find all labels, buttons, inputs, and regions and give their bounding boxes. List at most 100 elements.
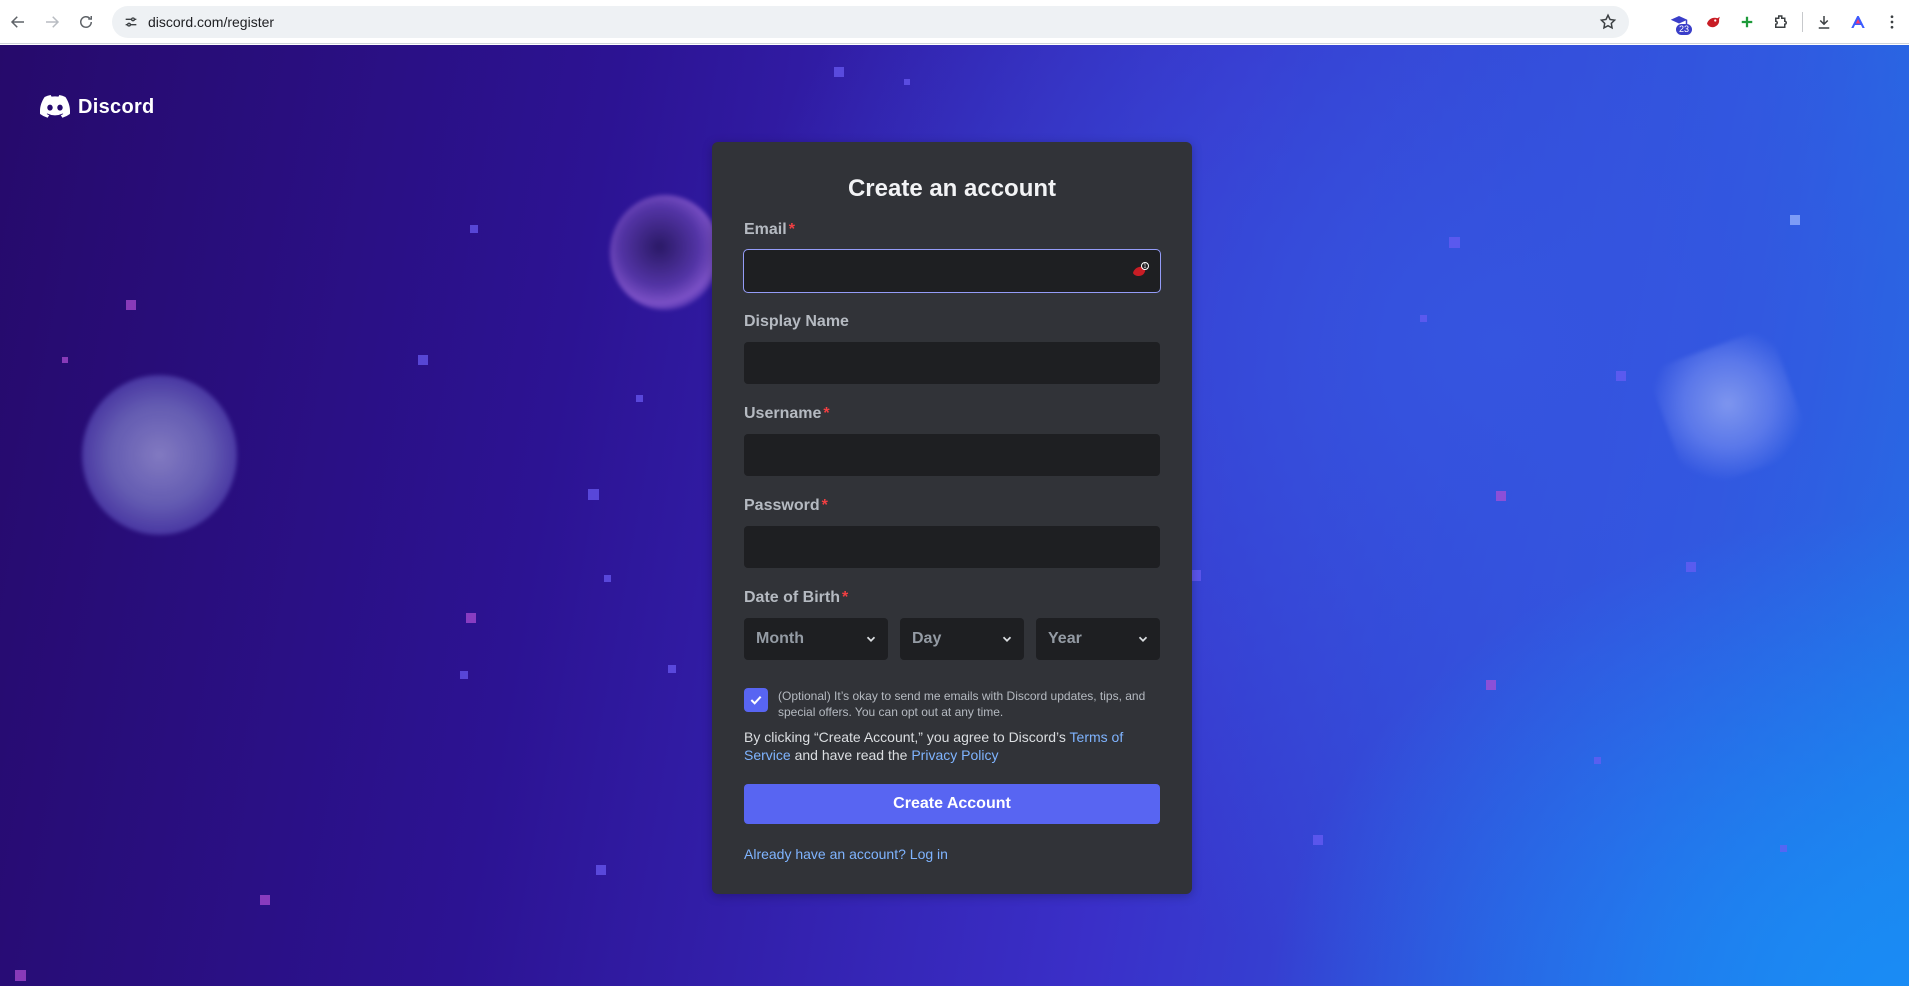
required-marker: * <box>842 589 849 606</box>
page-title: Create an account <box>847 175 1057 202</box>
required-marker: * <box>788 221 795 238</box>
chevron-down-icon <box>1138 636 1148 642</box>
checkmark-icon <box>750 695 762 705</box>
background-sparkle <box>466 613 476 623</box>
month-select-value: Month <box>756 630 804 647</box>
background-sparkle <box>62 357 68 363</box>
download-icon <box>1818 16 1830 29</box>
extension-bird-button[interactable] <box>1696 6 1730 38</box>
extension-graduation-button[interactable]: 23 <box>1662 6 1696 38</box>
background-sparkle <box>1420 315 1427 322</box>
arrow-left-icon <box>10 15 24 28</box>
background-sparkle <box>834 67 844 77</box>
svg-text:1: 1 <box>1143 264 1146 270</box>
extensions-menu-button[interactable] <box>1764 6 1798 38</box>
background-sparkle <box>418 355 428 365</box>
background-sparkle <box>460 671 468 679</box>
display-name-label: Display Name <box>744 312 1160 332</box>
url-text: discord.com/register <box>148 14 275 30</box>
background-sparkle <box>604 575 611 582</box>
required-marker: * <box>823 405 830 422</box>
discord-clyde-icon <box>40 95 70 118</box>
back-button[interactable] <box>2 6 34 38</box>
display-name-label-text: Display Name <box>744 313 849 330</box>
background-sparkle <box>1486 680 1496 690</box>
background-sparkle <box>126 300 136 310</box>
chevron-down-icon <box>866 636 876 642</box>
background-orb-cube <box>1646 326 1814 494</box>
background-sparkle <box>1496 491 1506 501</box>
logo-wordmark: Discord <box>78 95 155 118</box>
profile-a-icon <box>1851 16 1865 28</box>
discord-logo[interactable]: Discord <box>40 95 155 119</box>
optin-text: (Optional) It’s okay to send me emails w… <box>778 689 1146 719</box>
login-link[interactable]: Already have an account? Log in <box>744 846 1160 862</box>
email-optin: (Optional) It’s okay to send me emails w… <box>744 688 1160 720</box>
username-field[interactable] <box>744 434 1160 476</box>
password-label-text: Password <box>744 497 820 514</box>
day-select[interactable]: Day <box>900 618 1024 660</box>
downloads-button[interactable] <box>1807 6 1841 38</box>
background-sparkle <box>668 665 676 673</box>
background-sparkle <box>1313 835 1323 845</box>
dob-label-text: Date of Birth <box>744 589 840 606</box>
background-sparkle <box>15 970 26 981</box>
username-label: Username * <box>744 404 1160 424</box>
password-manager-icon[interactable]: 1 <box>1130 261 1150 281</box>
puzzle-icon <box>1775 15 1787 28</box>
reload-icon <box>80 15 92 28</box>
toolbar-separator <box>1802 12 1803 32</box>
background-orb-ring <box>82 375 237 535</box>
terms-prefix: By clicking “Create Account,” you agree … <box>744 729 1070 745</box>
bookmark-star-icon[interactable] <box>1599 13 1617 31</box>
kebab-menu-icon <box>1890 15 1894 29</box>
password-label: Password * <box>744 496 1160 516</box>
email-label-text: Email <box>744 221 787 238</box>
profile-button[interactable] <box>1841 6 1875 38</box>
background-sparkle <box>588 489 599 500</box>
background-sparkle <box>470 225 478 233</box>
display-name-field[interactable] <box>744 342 1160 384</box>
email-label: Email * <box>744 220 1160 240</box>
day-select-value: Day <box>912 630 942 647</box>
background-sparkle <box>260 895 270 905</box>
browser-menu-button[interactable] <box>1875 6 1909 38</box>
address-bar[interactable]: discord.com/register <box>112 6 1629 38</box>
background-sparkle <box>1449 237 1460 248</box>
create-account-button[interactable]: Create Account <box>744 784 1160 824</box>
background-sparkle <box>636 395 643 402</box>
background-sparkle <box>1790 215 1800 225</box>
browser-toolbar: discord.com/register 23 <box>0 0 1909 44</box>
extensions-area: 23 <box>1662 6 1909 38</box>
dob-selects: Month Day Year <box>744 618 1160 660</box>
register-card: Create an account Email * 1 Display Name … <box>712 142 1192 894</box>
forward-button[interactable] <box>36 6 68 38</box>
username-label-text: Username <box>744 405 822 422</box>
background-sparkle <box>596 865 606 875</box>
terms-text: By clicking “Create Account,” you agree … <box>744 728 1160 764</box>
extension-plus-button[interactable] <box>1730 6 1764 38</box>
reload-button[interactable] <box>70 6 102 38</box>
register-page: Discord Create an account Email * 1 Displ… <box>0 45 1909 986</box>
password-field[interactable] <box>744 526 1160 568</box>
year-select[interactable]: Year <box>1036 618 1160 660</box>
terms-middle: and have read the <box>790 747 912 763</box>
background-sparkle <box>904 79 910 85</box>
privacy-policy-link[interactable]: Privacy Policy <box>911 747 998 763</box>
dob-label: Date of Birth * <box>744 588 1160 608</box>
extension-badge: 23 <box>1675 24 1692 35</box>
optin-checkbox[interactable] <box>744 688 768 712</box>
email-field[interactable]: 1 <box>743 249 1161 293</box>
chevron-down-icon <box>1002 636 1012 642</box>
site-info-icon[interactable] <box>116 7 146 37</box>
background-sparkle <box>1594 757 1601 764</box>
required-marker: * <box>821 497 828 514</box>
background-sparkle <box>1686 562 1696 572</box>
arrow-right-icon <box>46 15 60 28</box>
background-orb-bag <box>610 195 720 310</box>
month-select[interactable]: Month <box>744 618 888 660</box>
plus-icon <box>1741 16 1753 28</box>
bird-icon <box>1707 16 1720 28</box>
background-sparkle <box>1616 371 1626 381</box>
background-sparkle <box>1780 845 1787 852</box>
